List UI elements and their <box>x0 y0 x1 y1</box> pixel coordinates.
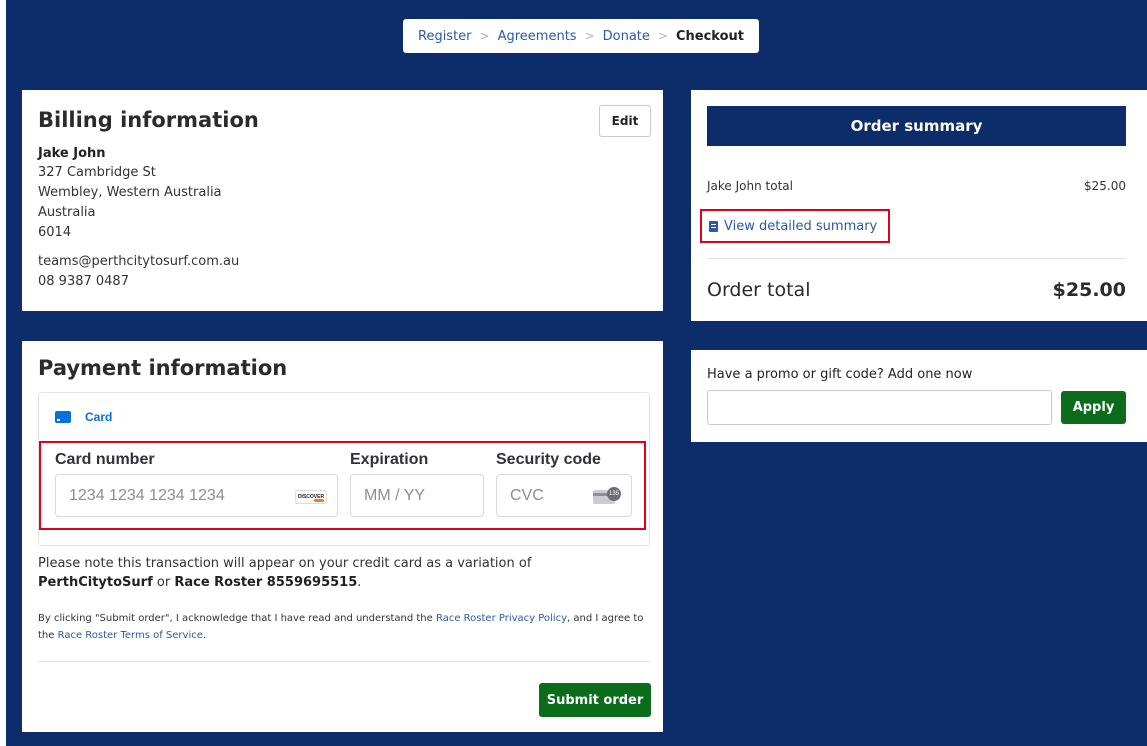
credit-card-icon <box>55 411 71 423</box>
breadcrumb-agreements[interactable]: Agreements <box>498 29 577 44</box>
billing-title: Billing information <box>38 108 259 132</box>
divider <box>707 258 1126 259</box>
cvc-number-badge: 135 <box>607 487 621 501</box>
card-number-input[interactable]: 1234 1234 1234 1234 DISCOVER <box>55 474 338 517</box>
view-detailed-summary-link[interactable]: View detailed summary <box>700 209 890 243</box>
expiration-input[interactable]: MM / YY <box>350 474 484 517</box>
billing-email: teams@perthcitytosurf.com.au <box>38 254 240 269</box>
cvc-card-icon: 135 <box>593 487 621 505</box>
card-number-placeholder: 1234 1234 1234 1234 <box>69 486 225 504</box>
promo-code-label: Have a promo or gift code? Add one now <box>707 367 973 382</box>
line-item-label: Jake John total <box>707 179 793 193</box>
address-postcode: 6014 <box>38 225 72 240</box>
billing-panel: Billing information Edit Jake John 327 C… <box>22 90 663 311</box>
line-item-value: $25.00 <box>1084 179 1126 193</box>
breadcrumb-separator: > <box>584 29 595 43</box>
breadcrumb-register[interactable]: Register <box>418 29 472 44</box>
line-item-row: Jake John total $25.00 <box>707 179 1126 193</box>
billing-name: Jake John <box>38 146 106 161</box>
breadcrumb: Register > Agreements > Donate > Checkou… <box>403 19 759 53</box>
breadcrumb-checkout: Checkout <box>675 28 744 44</box>
view-detailed-summary-label: View detailed summary <box>724 218 878 234</box>
receipt-icon <box>709 220 718 232</box>
edit-billing-button[interactable]: Edit <box>599 105 651 137</box>
card-tab-label: Card <box>85 410 113 424</box>
submit-order-button[interactable]: Submit order <box>539 683 651 717</box>
promo-code-input[interactable] <box>707 390 1052 425</box>
card-number-label: Card number <box>55 451 155 468</box>
privacy-policy-link[interactable]: Race Roster Privacy Policy <box>436 613 567 624</box>
address-street: 327 Cambridge St <box>38 165 156 180</box>
promo-code-panel: Have a promo or gift code? Add one now A… <box>691 350 1147 442</box>
security-code-label: Security code <box>496 451 601 468</box>
security-code-placeholder: CVC <box>510 486 544 504</box>
apply-promo-button[interactable]: Apply <box>1061 391 1126 424</box>
payment-panel: Payment information Card Card number 123… <box>22 341 663 732</box>
note-prefix: Please note this transaction will appear… <box>38 556 532 571</box>
payment-title: Payment information <box>38 356 288 380</box>
expiration-label: Expiration <box>350 451 429 468</box>
order-summary-panel: Order summary Jake John total $25.00 Vie… <box>691 90 1147 321</box>
billing-contact: teams@perthcitytosurf.com.au 08 9387 048… <box>38 252 647 292</box>
legal-part3: . <box>202 630 207 641</box>
terms-of-service-link[interactable]: Race Roster Terms of Service <box>58 630 203 641</box>
address-city: Wembley, Western Australia <box>38 185 222 200</box>
billing-phone: 08 9387 0487 <box>38 274 129 289</box>
order-total-label: Order total <box>707 279 811 301</box>
order-summary-title: Order summary <box>707 106 1126 146</box>
address-country: Australia <box>38 205 96 220</box>
payment-method-card-tab[interactable]: Card <box>55 410 112 424</box>
note-middle: or <box>152 575 175 590</box>
page-background: Register > Agreements > Donate > Checkou… <box>6 0 1147 746</box>
order-total-row: Order total $25.00 <box>707 279 1126 301</box>
descriptor-perthcitytosurf: PerthCitytoSurf <box>38 575 153 590</box>
divider <box>38 661 650 662</box>
note-suffix: . <box>357 575 362 590</box>
order-total-value: $25.00 <box>1052 279 1126 301</box>
card-fields-group: Card number 1234 1234 1234 1234 DISCOVER… <box>39 441 646 530</box>
breadcrumb-separator: > <box>479 29 490 43</box>
descriptor-race-roster: Race Roster 8559695515 <box>174 575 358 590</box>
legal-part1: By clicking "Submit order", I acknowledg… <box>38 613 436 624</box>
legal-agreement-text: By clicking "Submit order", I acknowledg… <box>38 610 650 644</box>
breadcrumb-separator: > <box>657 29 668 43</box>
breadcrumb-donate[interactable]: Donate <box>603 29 650 44</box>
discover-card-icon: DISCOVER <box>295 490 327 504</box>
statement-descriptor-note: Please note this transaction will appear… <box>38 554 650 592</box>
expiration-placeholder: MM / YY <box>364 486 426 504</box>
security-code-input[interactable]: CVC 135 <box>496 474 632 517</box>
